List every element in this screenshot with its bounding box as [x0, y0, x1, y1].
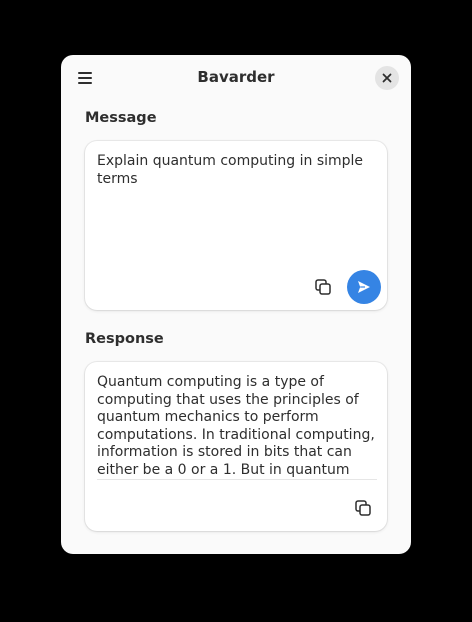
close-icon	[382, 73, 392, 83]
response-section-label: Response	[85, 331, 164, 347]
response-card: Quantum computing is a type of computing…	[85, 362, 387, 531]
app-window: Bavarder Message Explain quantum computi…	[61, 55, 411, 554]
copy-icon	[315, 279, 331, 295]
copy-icon	[355, 500, 371, 516]
send-button[interactable]	[347, 270, 381, 304]
message-card: Explain quantum computing in simple term…	[85, 141, 387, 310]
close-window-button[interactable]	[375, 66, 399, 90]
copy-message-button[interactable]	[309, 273, 337, 301]
send-icon	[358, 281, 370, 293]
message-section-label: Message	[85, 110, 157, 126]
copy-response-button[interactable]	[349, 494, 377, 522]
message-input[interactable]: Explain quantum computing in simple term…	[97, 153, 377, 188]
response-text[interactable]: Quantum computing is a type of computing…	[97, 374, 377, 480]
header-bar: Bavarder	[61, 55, 411, 101]
window-title: Bavarder	[197, 68, 275, 86]
